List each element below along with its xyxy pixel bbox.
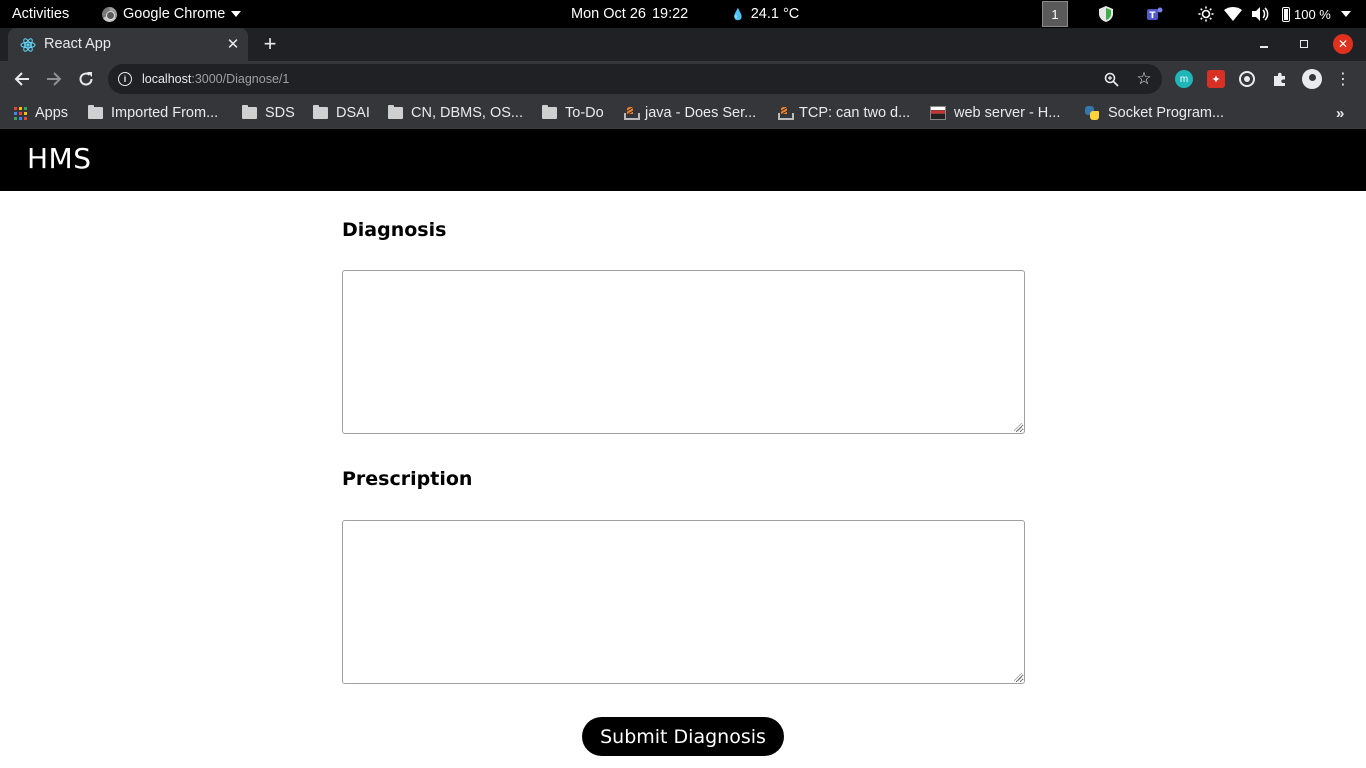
bookmark-label: java - Does Ser... (645, 105, 757, 121)
bookmark-socket[interactable]: Socket Program... (1084, 102, 1224, 124)
folder-icon (88, 105, 103, 119)
reload-icon[interactable] (72, 65, 100, 93)
bookmark-cn-dbms-os[interactable]: CN, DBMS, OS... (388, 102, 523, 124)
extension-red-icon[interactable]: ✦ (1207, 70, 1225, 88)
webserver-icon (930, 106, 946, 120)
diagnosis-textarea[interactable] (342, 270, 1025, 434)
svg-text:T: T (1149, 11, 1156, 21)
wifi-icon[interactable] (1223, 0, 1243, 28)
shield-icon[interactable] (1096, 0, 1116, 28)
bookmark-label: web server - H... (954, 105, 1061, 121)
clock[interactable]: Mon Oct 26 19:22 (571, 0, 688, 28)
app-header: HMS (0, 129, 1366, 191)
chevron-double-right-icon[interactable]: » (1336, 102, 1344, 124)
bookmark-label: Socket Program... (1108, 105, 1225, 121)
new-tab-button[interactable]: + (258, 31, 282, 56)
minimize-button[interactable] (1254, 34, 1274, 54)
bookmark-label: CN, DBMS, OS... (411, 105, 523, 121)
battery-percent: 100 % (1294, 6, 1331, 22)
resize-grip-icon[interactable] (1014, 673, 1022, 681)
folder-icon (388, 105, 403, 119)
teams-icon[interactable]: T (1145, 0, 1165, 28)
volume-icon[interactable] (1251, 0, 1271, 28)
stackoverflow-icon (777, 106, 794, 120)
tab-react-app[interactable]: React App ✕ (8, 28, 248, 61)
bookmark-apps[interactable]: Apps (14, 102, 68, 124)
chevron-down-icon (231, 11, 242, 17)
close-icon[interactable]: ✕ (224, 35, 242, 53)
bookmark-todo[interactable]: To-Do (542, 102, 604, 124)
bookmark-label: DSAI (336, 105, 370, 121)
diagnosis-label: Diagnosis (342, 219, 447, 241)
bookmark-star-icon[interactable]: ☆ (1134, 69, 1154, 89)
resize-grip-icon[interactable] (1014, 423, 1022, 431)
bookmark-label: TCP: can two d... (799, 105, 911, 121)
bookmark-imported[interactable]: Imported From... (88, 102, 218, 124)
extension-target-icon[interactable] (1239, 71, 1255, 87)
react-icon (20, 37, 36, 53)
prescription-label: Prescription (342, 468, 473, 490)
address-bar[interactable]: i localhost:3000/Diagnose/1 ☆ (108, 64, 1162, 94)
bookmark-label: Apps (35, 105, 69, 121)
tab-title: React App (44, 36, 111, 52)
folder-icon (242, 105, 257, 119)
activities-button[interactable]: Activities (12, 0, 69, 28)
weather-temp: 24.1 °C (750, 6, 800, 22)
tab-strip: React App ✕ + ✕ (0, 28, 1366, 61)
extension-m-icon[interactable]: m (1175, 70, 1193, 88)
submit-diagnosis-button[interactable]: Submit Diagnosis (582, 717, 784, 756)
app-name: Google Chrome (123, 6, 226, 22)
bookmark-java[interactable]: java - Does Ser... (623, 102, 756, 124)
close-window-button[interactable]: ✕ (1333, 34, 1353, 54)
url-text[interactable]: localhost:3000/Diagnose/1 (142, 72, 289, 86)
chrome-icon (102, 6, 117, 22)
url-path: :3000/Diagnose/1 (191, 72, 290, 86)
extensions-puzzle-icon[interactable] (1271, 70, 1289, 88)
brightness-icon[interactable] (1196, 0, 1216, 28)
folder-icon (313, 105, 328, 119)
profile-avatar-icon[interactable] (1302, 69, 1322, 89)
stackoverflow-icon (623, 106, 640, 120)
more-menu-icon[interactable]: ⋮ (1335, 70, 1351, 88)
bookmark-dsai[interactable]: DSAI (313, 102, 370, 124)
bookmarks-bar: Apps Imported From... SDS DSAI CN, DBMS,… (0, 97, 1366, 129)
system-menu-button[interactable] (1341, 0, 1351, 28)
chevron-down-icon (1341, 11, 1351, 17)
workspace-indicator[interactable]: 1 (1042, 1, 1068, 27)
url-host: localhost (142, 72, 192, 86)
maximize-button[interactable] (1294, 34, 1314, 54)
bookmark-sds[interactable]: SDS (242, 102, 295, 124)
app-menu[interactable]: Google Chrome (102, 0, 242, 28)
browser-toolbar: i localhost:3000/Diagnose/1 ☆ m ✦ ⋮ (0, 61, 1366, 97)
folder-icon (542, 105, 557, 119)
weather-indicator[interactable]: 💧 24.1 °C (731, 0, 799, 28)
bookmark-label: To-Do (565, 105, 604, 121)
battery-icon (1282, 6, 1290, 22)
zoom-icon[interactable] (1102, 70, 1120, 88)
brand-logo[interactable]: HMS (27, 142, 92, 175)
battery-indicator[interactable]: 100 % (1282, 0, 1331, 28)
bookmark-web-server[interactable]: web server - H... (930, 102, 1060, 124)
prescription-textarea[interactable] (342, 520, 1025, 684)
bookmark-tcp[interactable]: TCP: can two d... (777, 102, 910, 124)
bookmark-label: Imported From... (111, 105, 219, 121)
python-icon (1084, 105, 1100, 121)
apps-grid-icon (14, 106, 27, 120)
info-icon[interactable]: i (118, 72, 132, 86)
bookmark-label: SDS (265, 105, 295, 121)
raindrops-icon: 💧 (731, 8, 745, 21)
system-top-bar: Activities Google Chrome Mon Oct 26 19:2… (0, 0, 1366, 28)
forward-arrow-icon[interactable] (40, 65, 68, 93)
clock-date: Mon Oct 26 (571, 6, 646, 22)
back-arrow-icon[interactable] (8, 65, 36, 93)
clock-time: 19:22 (651, 6, 689, 22)
diagnose-form: Diagnosis Prescription Submit Diagnosis (342, 191, 1025, 768)
